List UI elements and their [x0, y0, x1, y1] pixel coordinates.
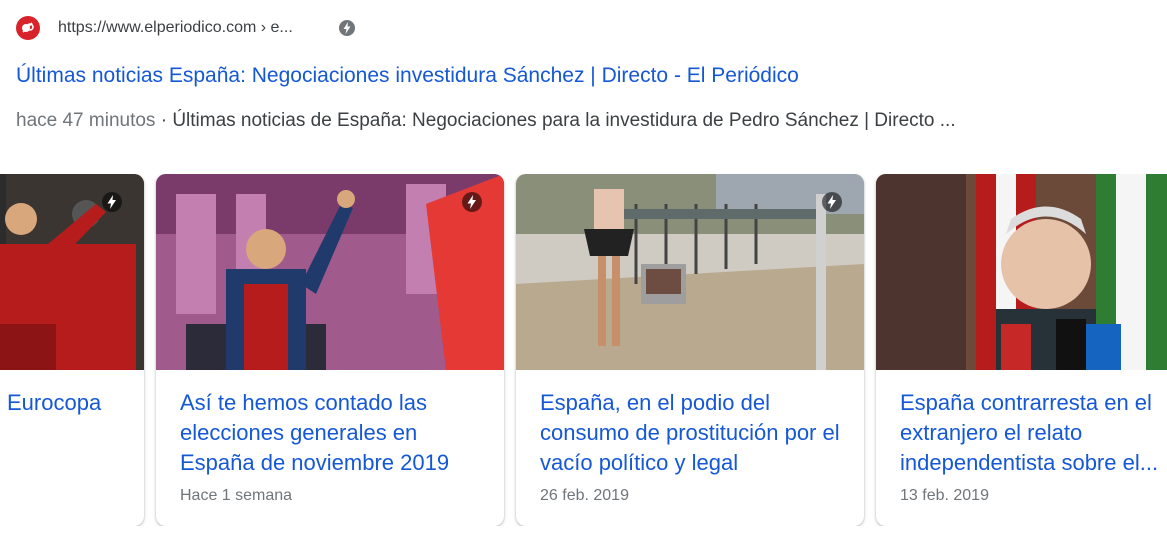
result-title-link[interactable]: Últimas noticias España: Negociaciones i…	[16, 62, 799, 90]
news-card[interactable]: España, en el podio del consumo de prost…	[516, 174, 864, 526]
news-card[interactable]: Eurocopa	[0, 174, 144, 526]
el-periodico-logo-icon	[22, 22, 34, 33]
amp-lightning-icon	[102, 192, 122, 212]
news-thumbnail	[516, 174, 864, 370]
amp-lightning-icon	[822, 192, 842, 212]
news-thumbnail	[156, 174, 504, 370]
news-headline: Eurocopa	[7, 390, 102, 415]
result-snippet: hace 47 minutos · Últimas noticias de Es…	[16, 108, 956, 134]
news-card[interactable]: Así te hemos contado las elecciones gene…	[156, 174, 504, 526]
press-conference-image	[876, 174, 1167, 370]
news-date: 13 feb. 2019	[900, 487, 989, 504]
news-headline: Así te hemos contado las elecciones gene…	[180, 390, 450, 475]
news-date: Hace 1 semana	[180, 487, 293, 504]
news-headline: España, en el podio del consumo de prost…	[540, 390, 840, 475]
site-favicon[interactable]	[16, 16, 40, 40]
amp-lightning-icon	[462, 192, 482, 212]
news-date: 26 feb. 2019	[540, 487, 629, 504]
news-carousel: Eurocopa Así te hemos contado las elecci…	[0, 174, 1167, 526]
news-card[interactable]: España contrarresta en el extranjero el …	[876, 174, 1167, 526]
result-url[interactable]: https://www.elperiodico.com › e...	[58, 16, 293, 40]
roadside-scene-image	[516, 174, 864, 370]
snippet-separator: ·	[155, 110, 173, 131]
news-thumbnail	[0, 174, 144, 370]
amp-lightning-icon	[339, 20, 355, 36]
snippet-text: Últimas noticias de España: Negociacione…	[172, 110, 956, 131]
news-thumbnail	[876, 174, 1167, 370]
snippet-time: hace 47 minutos	[16, 110, 156, 131]
news-headline: España contrarresta en el extranjero el …	[900, 390, 1159, 475]
politician-speech-image	[156, 174, 504, 370]
